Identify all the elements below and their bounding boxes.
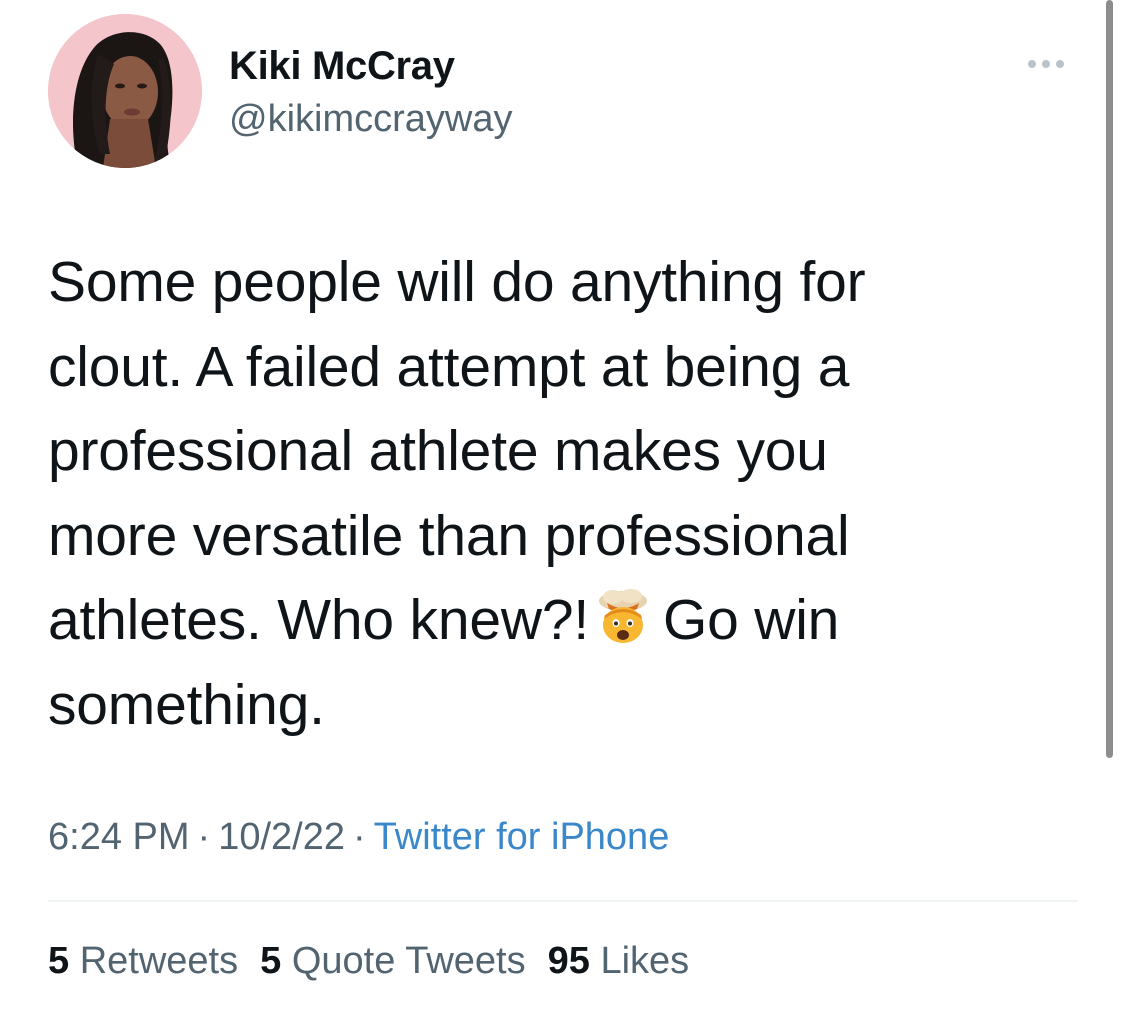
tweet-line: more versatile than professional — [48, 503, 850, 568]
tweet-text: Some people will do anything for clout. … — [48, 240, 1048, 747]
quote-tweets-count: 5 — [260, 940, 282, 982]
avatar-image — [48, 14, 202, 168]
tweet-source-link[interactable]: Twitter for iPhone — [374, 816, 670, 858]
tweet-time[interactable]: 6:24 PM — [48, 816, 190, 858]
tweet-line: something. — [48, 672, 325, 737]
likes-count: 95 — [547, 940, 590, 982]
tweet-line: Some people will do anything for — [48, 250, 866, 314]
more-dot — [1042, 60, 1050, 68]
tweet-meta: 6:24 PM · 10/2/22 · Twitter for iPhone — [48, 814, 669, 860]
scrollbar[interactable] — [1106, 0, 1113, 758]
meta-separator: · — [197, 816, 211, 858]
quote-tweets-stat[interactable]: 5 Quote Tweets — [260, 940, 525, 982]
likes-label: Likes — [600, 940, 690, 982]
quote-tweets-label: Quote Tweets — [291, 940, 526, 982]
retweets-count: 5 — [48, 940, 70, 982]
more-dot — [1028, 60, 1036, 68]
avatar[interactable] — [48, 14, 202, 168]
tweet-line-segment: athletes. Who knew?! — [48, 588, 589, 652]
tweet-line: clout. A failed attempt at being a — [48, 334, 850, 399]
more-dot — [1056, 60, 1064, 68]
more-icon[interactable] — [1028, 54, 1076, 74]
meta-separator: · — [352, 816, 366, 858]
tweet-line-segment: Go win — [662, 588, 840, 652]
tweet-page: Kiki McCray @kikimccrayway Some people w… — [0, 0, 1125, 1018]
tweet-line-with-emoji: athletes. Who knew?! Go win — [48, 578, 1048, 663]
exploding-head-icon — [598, 589, 647, 643]
retweets-stat[interactable]: 5 Retweets — [48, 940, 238, 982]
likes-stat[interactable]: 95 Likes — [548, 940, 690, 982]
author-handle[interactable]: @kikimccrayway — [229, 96, 512, 142]
tweet-stats: 5 Retweets 5 Quote Tweets 95 Likes — [48, 938, 711, 984]
tweet-line: professional athlete makes you — [48, 419, 828, 483]
divider — [48, 900, 1078, 902]
retweets-label: Retweets — [79, 940, 239, 982]
tweet-date[interactable]: 10/2/22 — [218, 816, 345, 858]
author-name[interactable]: Kiki McCray — [229, 42, 455, 90]
